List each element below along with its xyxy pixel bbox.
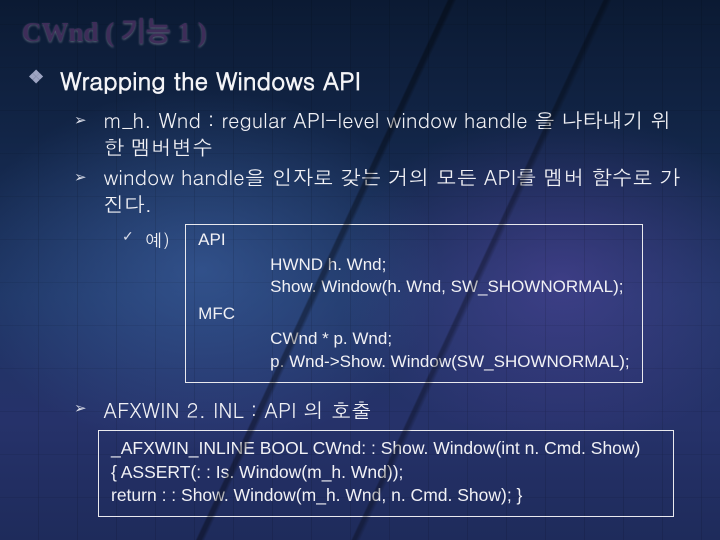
code-line: Show. Window(h. Wnd, SW_SHOWNORMAL);	[270, 276, 629, 299]
example-label: 예)	[145, 228, 170, 253]
example-row: ✓ 예) API HWND h. Wnd; Show. Window(h. Wn…	[122, 224, 698, 384]
diamond-icon: ❖	[28, 63, 44, 91]
code-line: CWnd * p. Wnd;	[270, 328, 629, 351]
code-box-api-mfc: API HWND h. Wnd; Show. Window(h. Wnd, SW…	[185, 224, 642, 384]
bullet-item-2: ➢ window handle을 인자로 갖는 거의 모든 API를 멤버 함수…	[74, 164, 698, 217]
code-line: { ASSERT(: : Is. Window(m_h. Wnd));	[111, 461, 661, 485]
bullet-text: m_h. Wnd : regular API-level window hand…	[103, 107, 691, 160]
bullet-text: AFXWIN 2. INL : API 의 호출	[103, 395, 371, 424]
heading-row: ❖ Wrapping the Windows API	[28, 63, 698, 97]
bullet-item-3: ➢ AFXWIN 2. INL : API 의 호출	[74, 395, 698, 424]
api-label: API	[198, 229, 629, 252]
check-icon: ✓	[122, 224, 134, 246]
slide-title: CWnd ( 기능 1 )	[22, 10, 698, 49]
code-line: HWND h. Wnd;	[270, 254, 629, 277]
code-box-inline: _AFXWIN_INLINE BOOL CWnd: : Show. Window…	[98, 430, 674, 517]
mfc-label: MFC	[198, 303, 629, 326]
heading-text: Wrapping the Windows API	[60, 63, 361, 97]
code-line: _AFXWIN_INLINE BOOL CWnd: : Show. Window…	[111, 437, 661, 461]
arrow-icon: ➢	[74, 107, 87, 133]
arrow-icon: ➢	[74, 395, 87, 421]
bullet-text: window handle을 인자로 갖는 거의 모든 API를 멤버 함수로 …	[103, 164, 691, 217]
arrow-icon: ➢	[74, 164, 87, 190]
bullet-item-1: ➢ m_h. Wnd : regular API-level window ha…	[74, 107, 698, 160]
code-line: p. Wnd->Show. Window(SW_SHOWNORMAL);	[270, 351, 629, 374]
slide: CWnd ( 기능 1 ) ❖ Wrapping the Windows API…	[0, 0, 720, 540]
code-line: return : : Show. Window(m_h. Wnd, n. Cmd…	[111, 484, 661, 508]
